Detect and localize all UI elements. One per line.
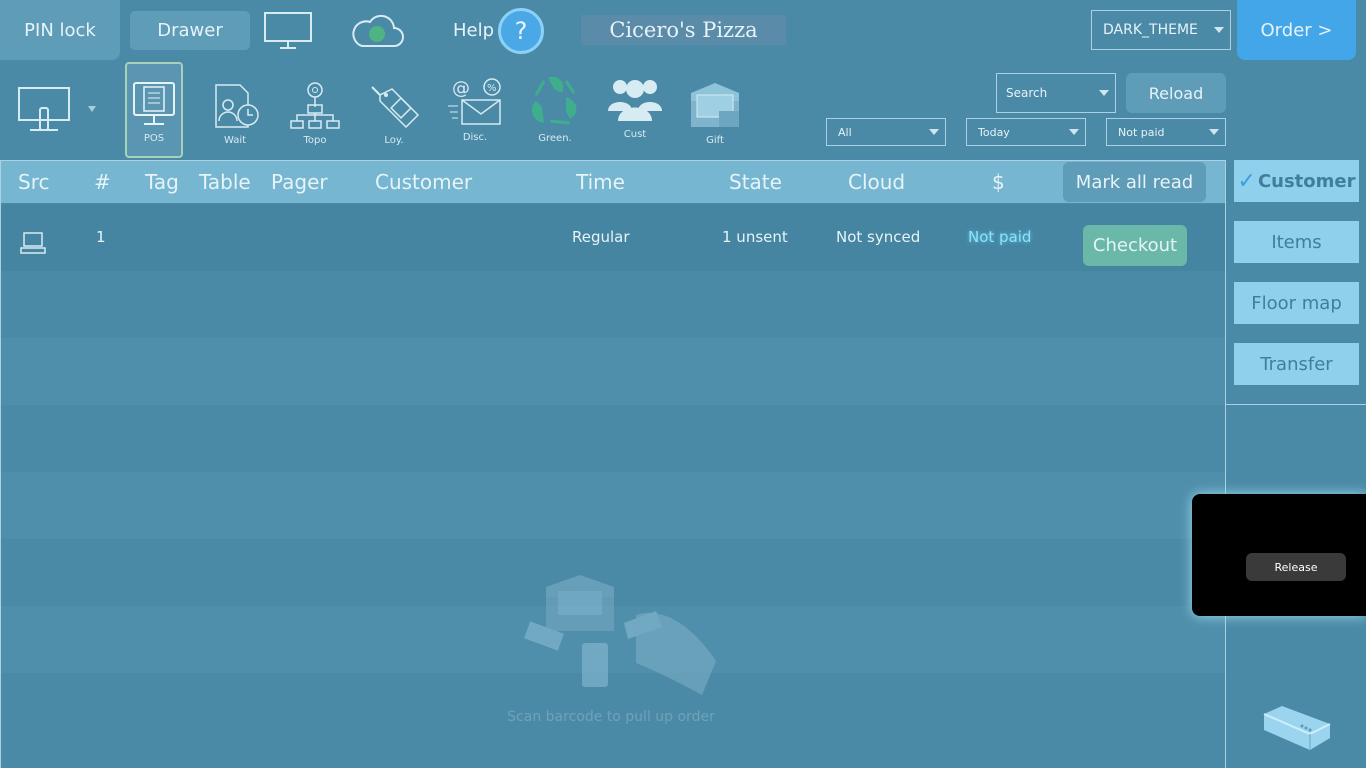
side-transfer-button[interactable]: Transfer [1234,343,1359,385]
column-header-src[interactable]: Src [18,170,49,194]
checkmark-icon: ✓ [1237,168,1256,194]
brand-logo: Cicero's Pizza [581,15,786,45]
chevron-down-icon [929,129,939,135]
release-button[interactable]: Release [1246,553,1346,581]
barcode-scan-icon [524,575,716,695]
customers-icon [608,80,662,121]
table-header: Src # Tag Table Pager Customer Time Stat… [1,161,1225,203]
topology-icon [290,82,340,129]
side-divider [1226,404,1366,405]
toolbar-discount[interactable]: @% Disc. [446,62,504,155]
monitor-icon[interactable] [264,12,312,54]
svg-text:%: % [487,83,497,94]
svg-text:@: @ [452,78,470,99]
gift-card-icon [691,83,739,127]
table-stripe [1,472,1225,539]
search-placeholder: Search [1006,86,1048,100]
payment-filter-select[interactable]: Not paid [1106,118,1226,146]
search-input[interactable]: Search [996,73,1116,113]
cloud-status-icon[interactable] [350,12,404,54]
mark-all-read-button[interactable]: Mark all read [1063,162,1206,202]
column-header-time[interactable]: Time [576,170,625,194]
table-stripe [1,338,1225,405]
toolbar-label: Green. [538,133,572,144]
toolbar-green[interactable]: Green. [526,62,584,156]
pos-icon [133,82,175,125]
side-customer-button[interactable]: ✓ Customer [1234,160,1359,202]
discount-icon: @% [448,78,501,125]
column-header-pager[interactable]: Pager [271,170,328,194]
scan-hint-text: Scan barcode to pull up order [507,709,715,725]
order-number: 1 [96,228,106,246]
side-floor-map-button[interactable]: Floor map [1234,282,1359,324]
column-header-tag[interactable]: Tag [145,170,179,194]
order-state: 1 unsent [722,228,788,246]
type-filter-value: All [838,125,852,139]
chevron-down-icon [1214,27,1224,33]
release-popup: Release [1192,494,1366,616]
scan-hint: Scan barcode to pull up order [491,571,731,725]
toolbar-wait[interactable]: Wait [206,62,264,158]
toolbar-label: Loy. [384,135,404,146]
order-payment-status: Not paid [968,228,1032,246]
column-header-number[interactable]: # [94,170,111,194]
chevron-down-icon [1069,129,1079,135]
device-selector[interactable] [18,86,100,136]
toolbar-label: Gift [706,135,724,146]
help-button[interactable]: ? [498,8,544,54]
order-button[interactable]: Order > [1237,0,1356,60]
orders-table: Src # Tag Table Pager Customer Time Stat… [0,160,1226,768]
laptop-icon [20,232,46,258]
toolbar-label: POS [143,133,165,144]
help-label: Help [453,20,495,41]
chevron-down-icon [1099,90,1109,96]
side-customer-label: Customer [1257,170,1356,192]
toolbar-label: Topo [303,135,327,146]
wait-icon [215,84,259,128]
chevron-down-icon [1209,129,1219,135]
toolbar-gift[interactable]: Gift [686,62,744,158]
table-row[interactable]: 1 Regular 1 unsent Not synced Not paid C… [1,204,1225,271]
green-icon [531,76,577,125]
column-header-table[interactable]: Table [199,170,251,194]
side-items-button[interactable]: Items [1234,221,1359,263]
toolbar-label: Disc. [462,132,488,143]
loyalty-icon [371,86,420,129]
column-header-amount[interactable]: $ [992,170,1005,194]
date-filter-select[interactable]: Today [966,118,1086,146]
order-time: Regular [572,228,630,246]
theme-select[interactable]: DARK_THEME [1091,10,1231,50]
pin-lock-button[interactable]: PIN lock [0,0,120,60]
toolbar-pos[interactable]: POS [125,62,183,158]
column-header-customer[interactable]: Customer [375,170,472,194]
checkout-button[interactable]: Checkout [1083,225,1187,266]
payment-filter-value: Not paid [1118,125,1165,139]
toolbar-loyalty[interactable]: Loy. [365,62,423,158]
date-filter-value: Today [978,125,1010,139]
order-cloud-status: Not synced [836,228,921,246]
column-header-state[interactable]: State [729,170,782,194]
column-header-cloud[interactable]: Cloud [848,170,905,194]
toolbar-label: Cust [623,129,647,140]
theme-value: DARK_THEME [1103,22,1198,38]
toolbar-label: Wait [223,135,247,146]
scanner-device-icon[interactable] [1260,704,1332,756]
reload-button[interactable]: Reload [1126,73,1226,113]
drawer-button[interactable]: Drawer [130,11,250,50]
toolbar-customers[interactable]: Cust [606,62,664,152]
toolbar-topo[interactable]: Topo [286,62,344,158]
type-filter-select[interactable]: All [826,118,946,146]
